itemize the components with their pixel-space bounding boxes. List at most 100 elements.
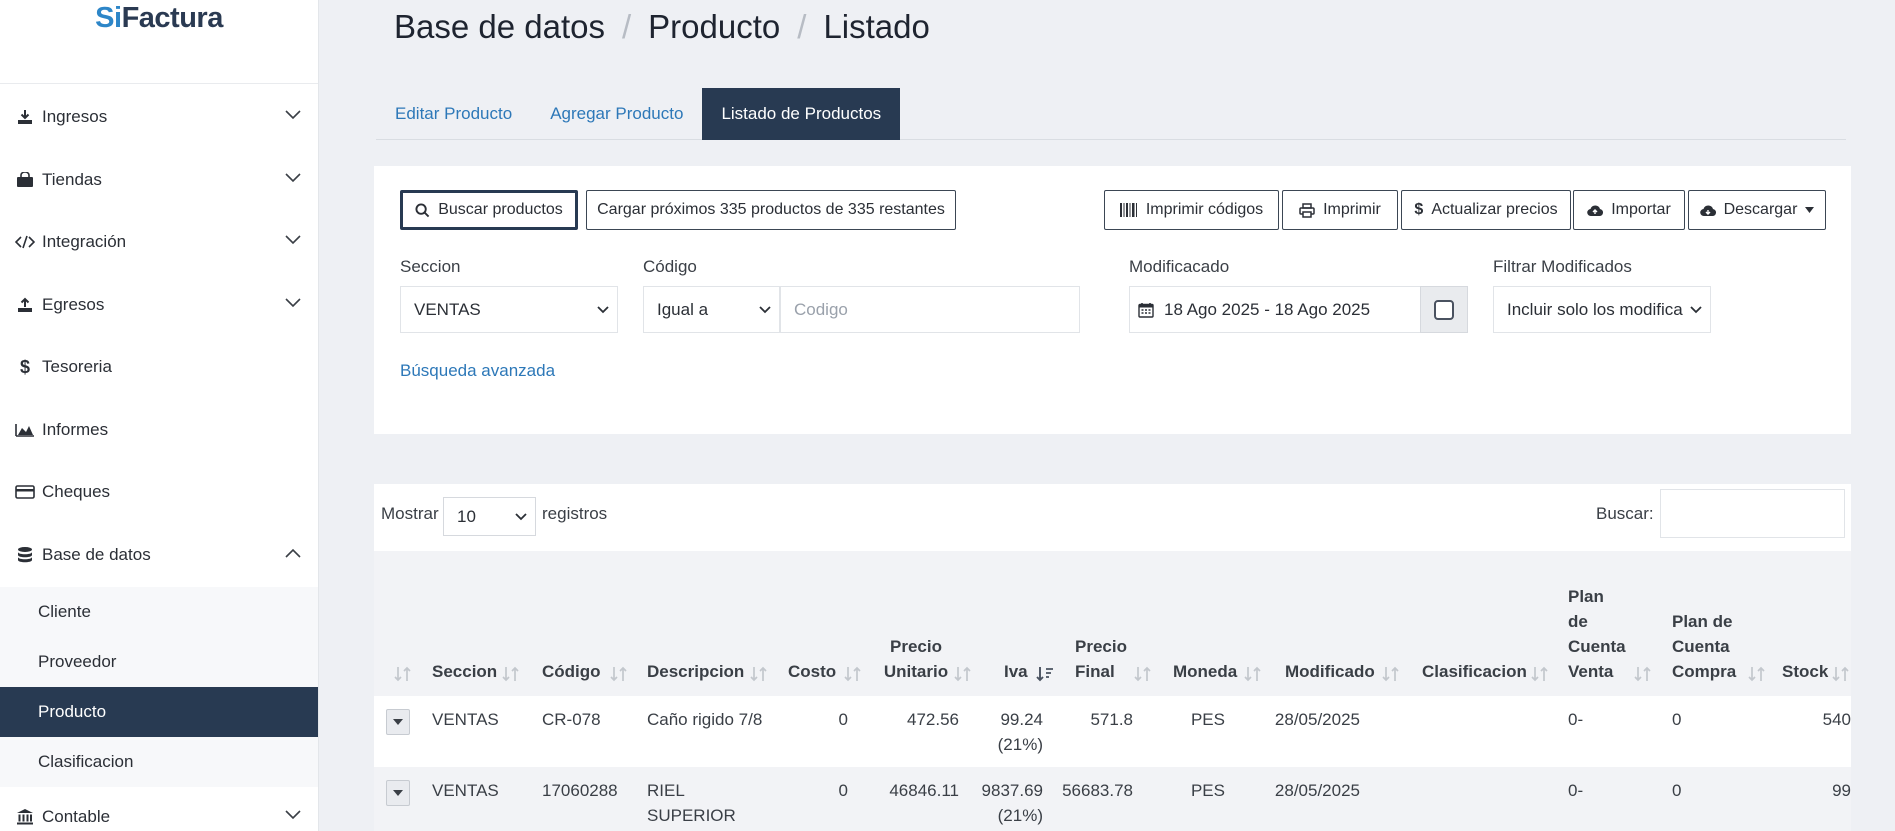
column-header-codigo[interactable]: Código bbox=[542, 659, 601, 684]
column-header-stock[interactable]: Stock bbox=[1782, 659, 1828, 684]
download-dropdown-button[interactable]: Descargar bbox=[1688, 190, 1826, 230]
column-label: Moneda bbox=[1173, 662, 1238, 681]
import-button[interactable]: Importar bbox=[1573, 190, 1685, 230]
seccion-select[interactable]: VENTAS bbox=[400, 286, 618, 333]
chevron-down-icon bbox=[1690, 305, 1702, 313]
sidebar-item-tiendas[interactable]: Tiendas bbox=[0, 151, 318, 209]
sidebar-subnav: Cliente Proveedor Producto Clasificacion bbox=[0, 587, 318, 787]
cell-costo: 0 bbox=[838, 781, 848, 800]
sidebar-subitem-label: Cliente bbox=[38, 602, 91, 621]
credit-card-icon bbox=[14, 485, 36, 499]
search-products-button[interactable]: Buscar productos bbox=[400, 190, 578, 230]
column-header-moneda[interactable]: Moneda bbox=[1173, 659, 1237, 684]
column-label: Precio Unitario bbox=[883, 637, 949, 681]
seccion-label: Seccion bbox=[400, 257, 461, 276]
codigo-operator-select[interactable]: Igual a bbox=[643, 286, 780, 333]
show-entries-label: Mostrar bbox=[381, 504, 439, 523]
row-expand-button[interactable] bbox=[386, 780, 410, 806]
table-search-input[interactable] bbox=[1660, 489, 1845, 538]
column-label: Iva bbox=[1004, 662, 1028, 681]
cell-descripcion: Caño rigido 7/8 bbox=[647, 710, 763, 729]
breadcrumb: Base de datos / Producto / Listado bbox=[394, 8, 930, 46]
sort-icon[interactable] bbox=[1832, 666, 1850, 682]
column-header-precio-final[interactable]: Precio Final bbox=[1075, 634, 1131, 684]
table-row[interactable]: VENTAS CR-078 Caño rigido 7/8 0 472.56 9… bbox=[374, 696, 1851, 767]
sidebar-item-label: Tesoreria bbox=[42, 357, 112, 376]
table-search-label: Buscar: bbox=[1596, 504, 1654, 523]
sort-icon[interactable] bbox=[610, 666, 628, 682]
breadcrumb-item[interactable]: Base de datos bbox=[394, 8, 605, 46]
button-label: Descargar bbox=[1723, 201, 1798, 218]
entries-per-page-select[interactable]: 10 bbox=[443, 497, 536, 536]
sidebar-subitem-proveedor[interactable]: Proveedor bbox=[0, 637, 318, 687]
table-row[interactable]: VENTAS 17060288 RIEL SUPERIOR 170/6,00 S… bbox=[374, 767, 1851, 831]
modificado-range-value: 18 Ago 2025 - 18 Ago 2025 bbox=[1164, 299, 1371, 319]
sort-icon[interactable] bbox=[1634, 666, 1652, 682]
column-header-seccion[interactable]: Seccion bbox=[432, 659, 497, 684]
column-header-clasificacion[interactable]: Clasificacion bbox=[1422, 659, 1527, 684]
tab-agregar-producto[interactable]: Agregar Producto bbox=[531, 88, 702, 140]
sidebar-item-egresos[interactable]: Egresos bbox=[0, 276, 318, 334]
load-more-button[interactable]: Cargar próximos 335 productos de 335 res… bbox=[586, 190, 956, 230]
sort-icon[interactable] bbox=[844, 666, 862, 682]
sort-icon[interactable] bbox=[954, 666, 972, 682]
sort-icon[interactable] bbox=[502, 666, 520, 682]
tab-listado-de-productos[interactable]: Listado de Productos bbox=[702, 88, 901, 140]
sort-icon[interactable] bbox=[1134, 666, 1152, 682]
advanced-search-link[interactable]: Búsqueda avanzada bbox=[400, 361, 555, 381]
column-header-plan-cuenta-venta[interactable]: Plan de Cuenta Venta bbox=[1568, 584, 1628, 684]
sort-desc-icon[interactable] bbox=[1036, 666, 1054, 682]
dollar-icon: $ bbox=[1414, 201, 1424, 218]
chevron-down-icon bbox=[285, 298, 301, 308]
cloud-download-icon bbox=[1699, 205, 1716, 216]
update-prices-button[interactable]: $ Actualizar precios bbox=[1401, 190, 1571, 230]
cell-precio-final: 571.8 bbox=[1090, 710, 1133, 729]
sidebar-subitem-cliente[interactable]: Cliente bbox=[0, 587, 318, 637]
print-codes-button[interactable]: Imprimir códigos bbox=[1104, 190, 1279, 230]
sidebar-item-cheques[interactable]: Cheques bbox=[0, 463, 318, 521]
codigo-placeholder: Codigo bbox=[794, 299, 848, 319]
print-button[interactable]: Imprimir bbox=[1282, 190, 1398, 230]
column-header-plan-cuenta-compra[interactable]: Plan de Cuenta Compra bbox=[1672, 609, 1742, 684]
button-label: Importar bbox=[1611, 201, 1671, 218]
sidebar-subitem-clasificacion[interactable]: Clasificacion bbox=[0, 737, 318, 787]
codigo-input[interactable]: Codigo bbox=[780, 286, 1080, 333]
sidebar-item-label: Tiendas bbox=[42, 170, 102, 189]
logo-factura-text: Factura bbox=[121, 2, 224, 34]
sidebar-item-base-de-datos[interactable]: Base de datos bbox=[0, 526, 318, 584]
sidebar-item-informes[interactable]: Informes bbox=[0, 401, 318, 459]
column-label: Plan de Cuenta Venta bbox=[1568, 587, 1626, 681]
cell-precio-unitario: 472.56 bbox=[907, 710, 959, 729]
cell-plan-compra: 0 bbox=[1672, 710, 1682, 729]
column-label: Costo bbox=[788, 662, 837, 681]
column-header-modificado[interactable]: Modificado bbox=[1285, 659, 1375, 684]
app-logo[interactable]: SiFactura bbox=[0, 0, 318, 84]
sort-icon[interactable] bbox=[1748, 666, 1766, 682]
sidebar-item-tesoreria[interactable]: $ Tesoreria bbox=[0, 338, 318, 396]
chevron-down-icon bbox=[285, 235, 301, 245]
codigo-label: Código bbox=[643, 257, 697, 276]
row-expand-button[interactable] bbox=[386, 709, 410, 735]
breadcrumb-item[interactable]: Producto bbox=[648, 8, 780, 46]
column-header-descripcion[interactable]: Descripcion bbox=[647, 659, 744, 684]
download-icon bbox=[14, 109, 36, 125]
sort-icon[interactable] bbox=[750, 666, 768, 682]
sidebar-item-contable[interactable]: Contable bbox=[0, 788, 318, 831]
sidebar-item-ingresos[interactable]: Ingresos bbox=[0, 88, 318, 146]
sidebar-subitem-producto[interactable]: Producto bbox=[0, 687, 318, 737]
column-header-iva[interactable]: Iva bbox=[1004, 659, 1028, 684]
column-header-precio-unitario[interactable]: Precio Unitario bbox=[880, 634, 952, 684]
sort-icon[interactable] bbox=[1531, 666, 1549, 682]
modificado-checkbox[interactable] bbox=[1434, 299, 1454, 320]
filtrar-modificados-value: Incluir solo los modifica bbox=[1507, 299, 1683, 319]
sidebar-item-integracion[interactable]: Integración bbox=[0, 213, 318, 271]
column-label: Precio Final bbox=[1075, 637, 1127, 681]
column-header-costo[interactable]: Costo bbox=[788, 659, 836, 684]
sort-icon[interactable] bbox=[1382, 666, 1400, 682]
modificado-daterange-input[interactable]: 18 Ago 2025 - 18 Ago 2025 bbox=[1129, 286, 1429, 333]
filtrar-modificados-select[interactable]: Incluir solo los modifica bbox=[1493, 286, 1711, 333]
sort-icon[interactable] bbox=[394, 666, 412, 682]
tab-editar-producto[interactable]: Editar Producto bbox=[376, 88, 531, 140]
sidebar-subitem-label: Clasificacion bbox=[38, 752, 134, 771]
sort-icon[interactable] bbox=[1244, 666, 1262, 682]
